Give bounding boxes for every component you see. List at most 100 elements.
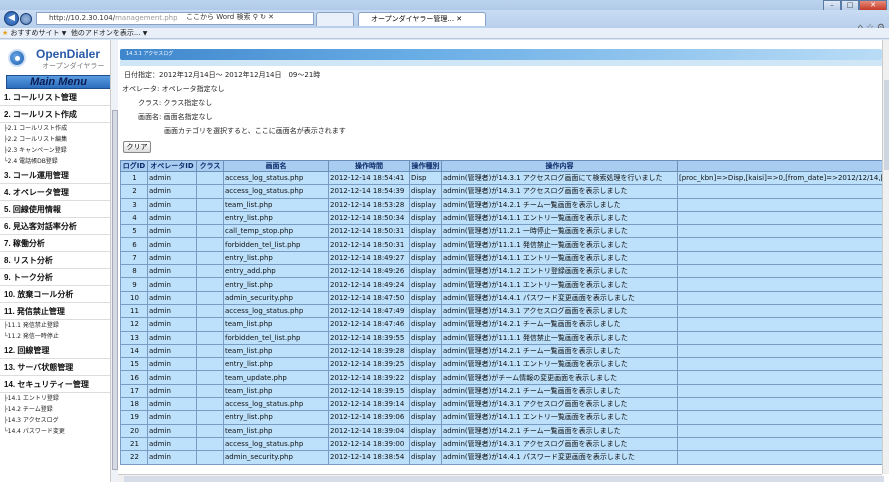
sidebar-subitem[interactable]: └14.4 パスワード変更 (0, 426, 117, 437)
sidebar-item[interactable]: 13. サーバ状態管理 (0, 359, 117, 376)
table-row[interactable]: 18 admin access_log_status.php 2012-12-14 1… (120, 397, 882, 412)
sidebar-item[interactable]: 14. セキュリティー管理 (0, 376, 117, 393)
table-cell (196, 410, 224, 425)
table-row[interactable]: 19 admin entry_list.php 2012-12-14 18:39:06… (120, 410, 882, 425)
table-cell: entry_list.php (223, 357, 329, 372)
column-header[interactable]: クラス (196, 160, 224, 172)
table-cell: 2012-12-14 18:50:31 (328, 237, 410, 252)
column-header[interactable]: 操作内容 (441, 160, 678, 172)
table-cell (196, 197, 224, 212)
sidebar-item[interactable]: 9. トーク分析 (0, 269, 117, 286)
sidebar-item[interactable]: 8. リスト分析 (0, 252, 117, 269)
table-cell: admin(管理者)が14.1.1 エントリ一覧画面を表示しました (441, 250, 678, 266)
sidebar-item[interactable]: 3. コール運用管理 (0, 167, 117, 184)
search-field[interactable]: ここから Word 検索 ⚲ ↻ ✕ (186, 12, 312, 25)
table-row[interactable]: 16 admin team_update.php 2012-12-14 18:39:2… (120, 370, 882, 385)
table-row[interactable]: 21 admin access_log_status.php 2012-12-14 1… (120, 436, 882, 452)
table-cell (677, 436, 882, 452)
sidebar-item[interactable]: 7. 稼働分析 (0, 235, 117, 252)
table-cell: 5 (120, 224, 148, 239)
tab-opendialer[interactable]: オープンダイヤラー管理... ✕ (358, 12, 486, 26)
table-cell: admin (147, 317, 197, 332)
sidebar-item[interactable]: 11. 発信禁止管理 (0, 303, 117, 320)
search-icon[interactable]: ⚲ (253, 13, 258, 21)
sidebar-subitem[interactable]: ├2.2 コールリスト編集 (0, 134, 117, 145)
table-cell: admin(管理者)が14.2.1 チーム一覧画面を表示しました (441, 317, 678, 332)
sidebar-subitem[interactable]: ├2.1 コールリスト作成 (0, 123, 117, 134)
column-header[interactable]: 画面名 (223, 160, 329, 172)
sidebar-item[interactable]: 5. 回線使用情報 (0, 201, 117, 218)
table-row[interactable]: 15 admin entry_list.php 2012-12-14 18:39:25… (120, 357, 882, 372)
table-cell: entry_list.php (223, 277, 329, 292)
table-cell (677, 290, 882, 305)
tab-blank[interactable] (316, 12, 354, 26)
sidebar-item[interactable]: 10. 放棄コール分析 (0, 286, 117, 303)
table-cell: display (409, 264, 442, 279)
table-cell: display (409, 410, 442, 425)
scrollbar-thumb[interactable] (124, 476, 884, 482)
sidebar-subitem-label: 11.1 発信禁止登録 (7, 322, 59, 329)
sidebar-subitem[interactable]: └2.4 電話帳DB登録 (0, 156, 117, 167)
dropdown-icon[interactable]: ▼ (143, 30, 148, 37)
sidebar-item[interactable]: 1. コールリスト管理 (0, 89, 117, 106)
table-cell: 2012-12-14 18:54:41 (328, 170, 410, 186)
column-header[interactable]: ログID (120, 160, 148, 172)
sidebar-subitem[interactable]: ├14.3 アクセスログ (0, 415, 117, 426)
sidebar-subitem[interactable]: ├11.1 発信禁止登録 (0, 320, 117, 331)
page-vertical-scrollbar[interactable] (882, 40, 889, 474)
table-row[interactable]: 3 admin team_list.php 2012-12-14 18:53:28 di… (120, 197, 882, 212)
table-row[interactable]: 2 admin access_log_status.php 2012-12-14 18… (120, 184, 882, 199)
page-horizontal-scrollbar[interactable] (118, 474, 884, 482)
column-header[interactable]: 操作種別 (409, 160, 442, 172)
table-row[interactable]: 5 admin call_temp_stop.php 2012-12-14 18:50… (120, 224, 882, 239)
sidebar-scrollbar[interactable] (110, 40, 118, 482)
screen-filter-text: 画面名: 画面名指定なし (138, 113, 213, 121)
table-row[interactable]: 20 admin team_list.php 2012-12-14 18:39:04 d… (120, 423, 882, 438)
clear-button[interactable]: クリア (123, 141, 151, 153)
table-row[interactable]: 1 admin access_log_status.php 2012-12-14 18… (120, 170, 882, 186)
refresh-icon[interactable]: ↻ (260, 13, 266, 21)
table-cell: display (409, 224, 442, 239)
tab-close-icon[interactable]: ✕ (456, 15, 462, 23)
table-row[interactable]: 14 admin team_list.php 2012-12-14 18:39:28 d… (120, 343, 882, 359)
table-cell: forbidden_tel_list.php (223, 330, 329, 345)
sidebar-item[interactable]: 2. コールリスト作成 (0, 106, 117, 123)
table-row[interactable]: 17 admin team_list.php 2012-12-14 18:39:15 d… (120, 383, 882, 399)
sidebar-subitem[interactable]: ├14.1 エントリ登録 (0, 393, 117, 404)
table-cell: entry_list.php (223, 210, 329, 226)
table-row[interactable]: 6 admin forbidden_tel_list.php 2012-12-14 1… (120, 237, 882, 252)
sidebar-item[interactable]: 6. 見込客対話率分析 (0, 218, 117, 235)
forward-icon[interactable] (20, 13, 32, 25)
sidebar-subitem[interactable]: └11.2 発信一時停止 (0, 331, 117, 342)
table-cell (677, 210, 882, 226)
table-row[interactable]: 10 admin admin_security.php 2012-12-14 18:4… (120, 290, 882, 305)
logo: OpenDialer オープンダイヤラー (0, 40, 117, 75)
table-cell (196, 423, 224, 438)
column-header[interactable]: 操作時間 (328, 160, 410, 172)
table-row[interactable]: 13 admin forbidden_tel_list.php 2012-12-14 … (120, 330, 882, 345)
close-icon[interactable]: ✕ (268, 13, 274, 21)
table-cell: 2012-12-14 18:39:28 (328, 343, 410, 359)
sidebar-subitem[interactable]: ├14.2 チーム登録 (0, 404, 117, 415)
column-header[interactable]: オペレータID (147, 160, 197, 172)
sidebar-subitem-label: 14.3 アクセスログ (7, 417, 59, 424)
dropdown-icon[interactable]: ▼ (62, 30, 67, 37)
table-row[interactable]: 8 admin entry_add.php 2012-12-14 18:49:26 di… (120, 264, 882, 279)
back-icon[interactable]: ◀ (4, 11, 19, 26)
table-cell: 2 (120, 184, 148, 199)
sidebar-item[interactable]: 12. 回線管理 (0, 342, 117, 359)
table-row[interactable]: 9 admin entry_list.php 2012-12-14 18:49:24 d… (120, 277, 882, 292)
addons-link[interactable]: 他のアドオンを表示... (71, 29, 141, 37)
table-row[interactable]: 4 admin entry_list.php 2012-12-14 18:50:34 d… (120, 210, 882, 226)
table-row[interactable]: 11 admin access_log_status.php 2012-12-14 1… (120, 303, 882, 319)
table-cell (677, 317, 882, 332)
sidebar-subitem[interactable]: ├2.3 キャンペーン登録 (0, 145, 117, 156)
suggested-sites-link[interactable]: おすすめサイト (11, 29, 60, 37)
column-header[interactable]: POSTデータ (677, 160, 882, 172)
table-row[interactable]: 22 admin admin_security.php 2012-12-14 18:3… (120, 450, 882, 465)
table-row[interactable]: 12 admin team_list.php 2012-12-14 18:47:46 d… (120, 317, 882, 332)
favorites-star-icon[interactable]: ★ (2, 29, 8, 37)
sidebar-item[interactable]: 4. オペレータ管理 (0, 184, 117, 201)
scrollbar-thumb[interactable] (884, 80, 889, 170)
table-row[interactable]: 7 admin entry_list.php 2012-12-14 18:49:27 d… (120, 250, 882, 266)
